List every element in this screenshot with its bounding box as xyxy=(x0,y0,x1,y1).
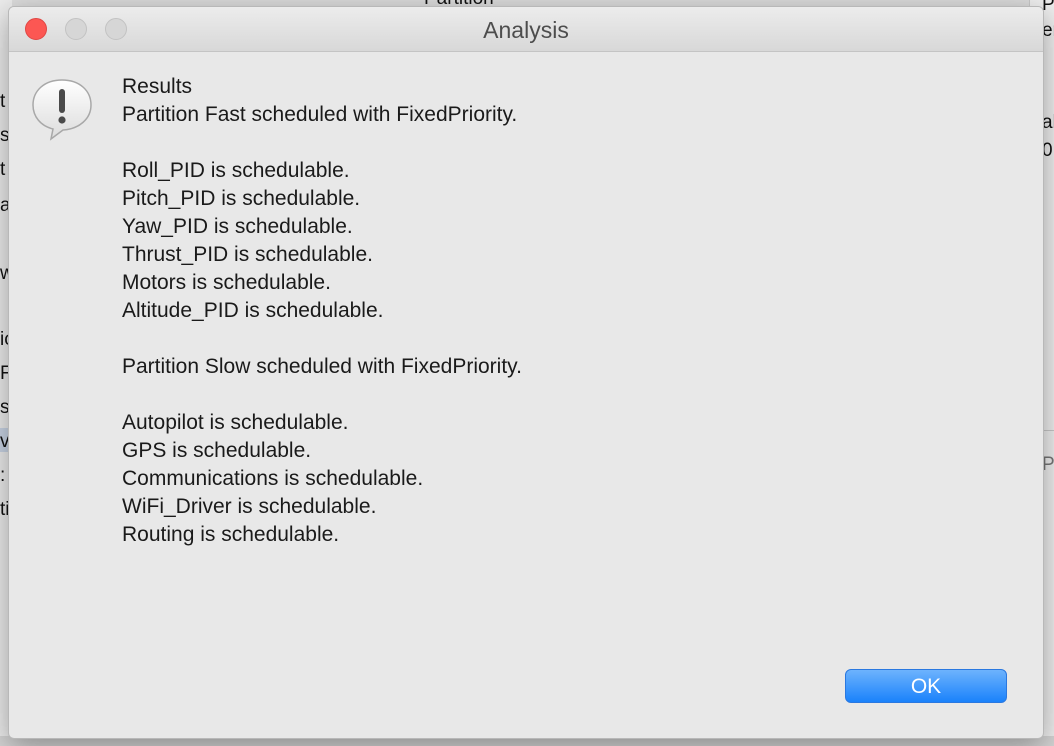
message-line: Routing is schedulable. xyxy=(122,523,340,546)
message-line xyxy=(122,381,1002,409)
message-line: GPS is schedulable. xyxy=(122,439,312,462)
message-line: Communications is schedulable. xyxy=(122,467,424,490)
message-line: Results xyxy=(122,75,193,98)
message-line: Altitude_PID is schedulable. xyxy=(122,299,384,322)
message-line: Motors is schedulable. xyxy=(122,271,331,294)
message-line: Autopilot is schedulable. xyxy=(122,411,349,434)
background-left-text: : xyxy=(0,465,6,486)
ok-button[interactable]: OK xyxy=(845,669,1007,703)
analysis-dialog: Analysis Results Partition Fast schedule… xyxy=(8,6,1044,739)
background-left-text: t xyxy=(0,91,6,112)
dialog-title: Analysis xyxy=(483,17,569,43)
message-line: Roll_PID is schedulable. xyxy=(122,159,350,182)
alert-exclamation-icon xyxy=(29,77,95,141)
message-line: Thrust_PID is schedulable. xyxy=(122,243,373,266)
background-left-text: t xyxy=(0,159,6,180)
dialog-titlebar: Analysis xyxy=(9,7,1043,52)
message-line xyxy=(122,129,1002,157)
message-line: WiFi_Driver is schedulable. xyxy=(122,495,377,518)
message-line xyxy=(122,325,1002,353)
message-line: Partition Slow scheduled with FixedPrior… xyxy=(122,355,522,378)
message-line: Pitch_PID is schedulable. xyxy=(122,187,361,210)
message-line: Partition Fast scheduled with FixedPrior… xyxy=(122,103,518,126)
results-message: Results Partition Fast scheduled with Fi… xyxy=(122,73,1002,549)
message-line: Yaw_PID is schedulable. xyxy=(122,215,353,238)
